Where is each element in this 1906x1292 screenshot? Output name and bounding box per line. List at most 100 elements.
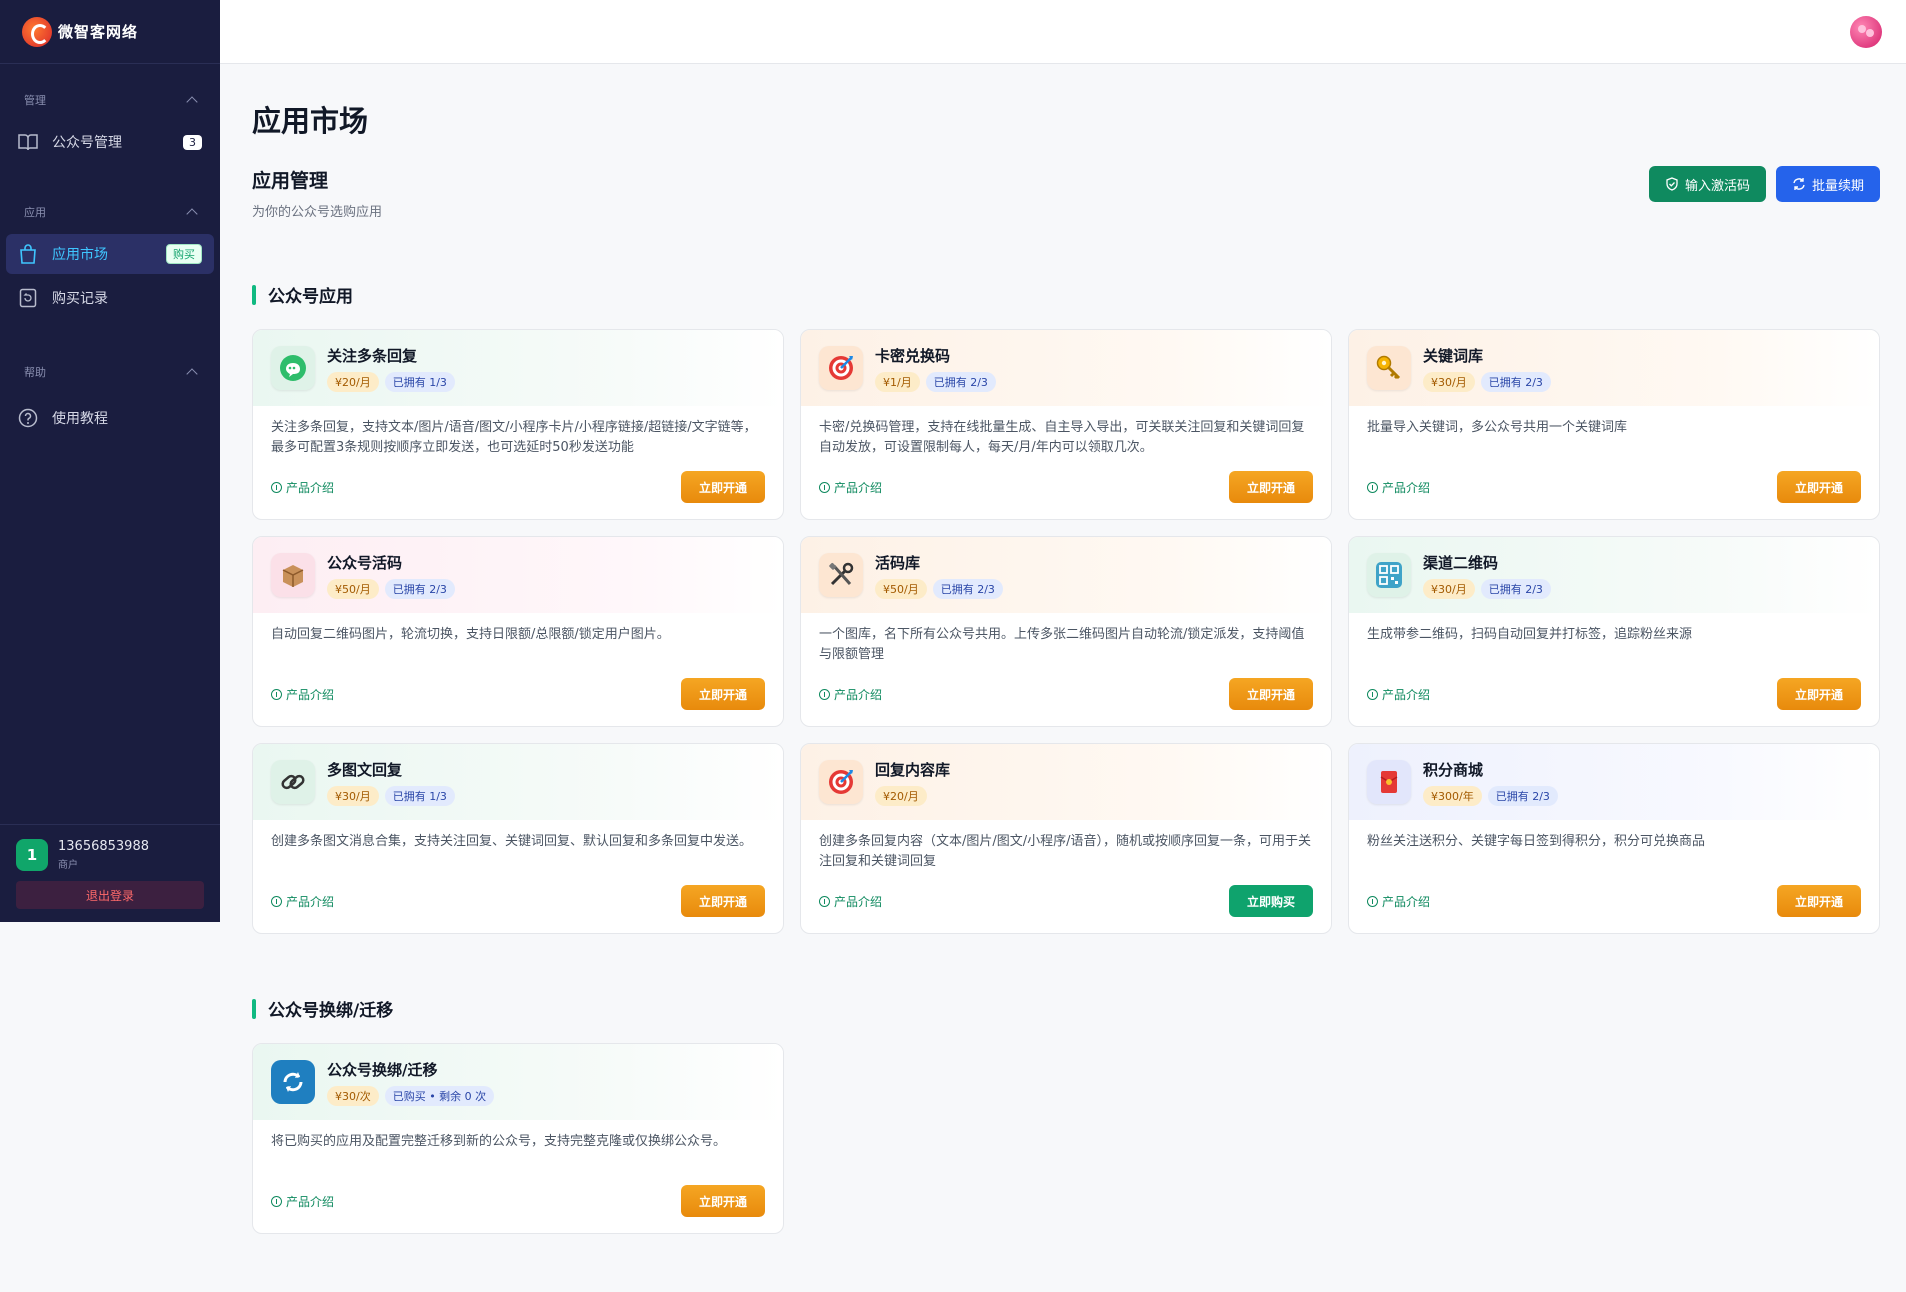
open-button[interactable]: 立即开通 (681, 678, 765, 710)
app-description: 粉丝关注送积分、关键字每日签到得积分，积分可兑换商品 (1367, 834, 1706, 849)
product-intro-link[interactable]: 产品介绍 (271, 686, 334, 703)
app-description: 批量导入关键词，多公众号共用一个关键词库 (1367, 420, 1628, 435)
open-button[interactable]: 立即开通 (1777, 471, 1861, 503)
avatar[interactable]: 1 (16, 839, 48, 871)
price-tag: ¥30/次 (327, 1085, 379, 1106)
refresh-icon (271, 1060, 315, 1104)
intro-label: 产品介绍 (286, 1194, 335, 1209)
user-phone: 13656853988 (58, 839, 149, 854)
target-icon (819, 760, 863, 804)
price-tag: ¥30/月 (1423, 578, 1475, 599)
intro-label: 产品介绍 (1382, 480, 1431, 495)
app-description: 卡密/兑换码管理，支持在线批量生成、自主导入导出，可关联关注回复和关键词回复自动… (819, 420, 1305, 455)
open-button[interactable]: 立即开通 (681, 885, 765, 917)
intro-label: 产品介绍 (834, 687, 883, 702)
app-description: 创建多条回复内容（文本/图片/图文/小程序/语音），随机或按顺序回复一条，可用于… (819, 834, 1312, 869)
product-intro-link[interactable]: 产品介绍 (819, 686, 882, 703)
open-button[interactable]: 立即购买 (1229, 885, 1313, 917)
sidebar-group-help[interactable]: 帮助 (0, 360, 220, 384)
open-button[interactable]: 立即开通 (1229, 471, 1313, 503)
section-heading: 应用管理 (252, 170, 329, 192)
help-icon (18, 408, 38, 428)
sidebar-item-label: 购买记录 (52, 291, 108, 307)
app-grid: 公众号换绑/迁移 ¥30/次 已购买 • 剩余 0 次 将已购买的应用及配置完整… (252, 1043, 1880, 1234)
product-intro-link[interactable]: 产品介绍 (819, 479, 882, 496)
activation-code-button[interactable]: 输入激活码 (1648, 166, 1766, 202)
sidebar-item-purchase-history[interactable]: 购买记录 (6, 278, 214, 318)
app-name: 活码库 (875, 553, 921, 572)
price-tag: ¥50/月 (875, 578, 927, 599)
intro-label: 产品介绍 (834, 894, 883, 909)
brand-logo[interactable]: 微智客网络 (0, 0, 220, 64)
owned-tag: 已拥有 1/3 (384, 371, 455, 392)
info-icon (271, 688, 282, 700)
logout-button[interactable]: 退出登录 (16, 881, 204, 909)
button-label: 输入激活码 (1684, 178, 1750, 194)
open-button[interactable]: 立即开通 (681, 1185, 765, 1217)
price-tag: ¥20/月 (875, 785, 927, 806)
logo-icon (22, 16, 52, 47)
app-card: 渠道二维码 ¥30/月 已拥有 2/3 生成带参二维码，扫码自动回复并打标签，追… (1348, 536, 1880, 727)
intro-label: 产品介绍 (286, 687, 335, 702)
product-intro-link[interactable]: 产品介绍 (271, 1193, 334, 1210)
shield-check-icon (1666, 177, 1678, 191)
app-name: 渠道二维码 (1423, 553, 1499, 572)
owned-tag: 已拥有 2/3 (384, 578, 455, 599)
info-icon (819, 481, 830, 493)
app-name: 回复内容库 (875, 760, 951, 779)
app-card: 关键词库 ¥30/月 已拥有 2/3 批量导入关键词，多公众号共用一个关键词库 … (1348, 329, 1880, 520)
info-icon (271, 895, 282, 907)
red-envelope-icon (1367, 760, 1411, 804)
sidebar-item-app-market[interactable]: 应用市场 购买 (6, 234, 214, 274)
info-icon (1367, 481, 1378, 493)
owned-tag: 已拥有 2/3 (932, 578, 1003, 599)
sidebar-group-label: 帮助 (24, 366, 46, 379)
history-icon (18, 288, 38, 308)
buy-badge: 购买 (166, 244, 202, 264)
price-tag: ¥30/月 (1423, 371, 1475, 392)
count-badge: 3 (183, 134, 202, 150)
user-avatar-icon[interactable] (1850, 16, 1882, 48)
product-intro-link[interactable]: 产品介绍 (1367, 479, 1430, 496)
price-tag: ¥50/月 (327, 578, 379, 599)
open-button[interactable]: 立即开通 (1229, 678, 1313, 710)
product-intro-link[interactable]: 产品介绍 (1367, 686, 1430, 703)
bag-icon (18, 244, 38, 264)
chevron-up-icon (186, 96, 198, 108)
info-icon (271, 481, 282, 493)
intro-label: 产品介绍 (1382, 687, 1431, 702)
topbar (220, 0, 1906, 64)
app-card: 活码库 ¥50/月 已拥有 2/3 一个图库，名下所有公众号共用。上传多张二维码… (800, 536, 1332, 727)
app-grid: 关注多条回复 ¥20/月 已拥有 1/3 关注多条回复，支持文本/图片/语音/图… (252, 329, 1880, 934)
app-description: 生成带参二维码，扫码自动回复并打标签，追踪粉丝来源 (1367, 627, 1693, 642)
open-button[interactable]: 立即开通 (681, 471, 765, 503)
sidebar-item-label: 公众号管理 (52, 135, 122, 151)
batch-renew-button[interactable]: 批量续期 (1775, 166, 1880, 202)
app-name: 关键词库 (1423, 346, 1484, 365)
info-icon (819, 688, 830, 700)
refresh-icon (1793, 178, 1805, 190)
product-intro-link[interactable]: 产品介绍 (271, 479, 334, 496)
product-intro-link[interactable]: 产品介绍 (271, 893, 334, 910)
product-intro-link[interactable]: 产品介绍 (1367, 893, 1430, 910)
book-icon (18, 132, 38, 152)
open-button[interactable]: 立即开通 (1777, 885, 1861, 917)
section-subtitle: 为你的公众号选购应用 (252, 205, 383, 220)
sidebar-group-label: 应用 (24, 206, 46, 219)
app-description: 一个图库，名下所有公众号共用。上传多张二维码图片自动轮流/锁定派发，支持阈值与限… (819, 627, 1305, 662)
sidebar: 微智客网络 管理 公众号管理 3 应用 应用市场 购买 购买记录 帮助 使用教程… (0, 0, 220, 922)
app-card: 卡密兑换码 ¥1/月 已拥有 2/3 卡密/兑换码管理，支持在线批量生成、自主导… (800, 329, 1332, 520)
product-intro-link[interactable]: 产品介绍 (819, 893, 882, 910)
sidebar-group-apps[interactable]: 应用 (0, 200, 220, 224)
sidebar-group-label: 管理 (24, 94, 46, 107)
app-card: 关注多条回复 ¥20/月 已拥有 1/3 关注多条回复，支持文本/图片/语音/图… (252, 329, 784, 520)
app-card: 多图文回复 ¥30/月 已拥有 1/3 创建多条图文消息合集，支持关注回复、关键… (252, 743, 784, 934)
price-tag: ¥300/年 (1423, 785, 1482, 806)
sidebar-item-tutorial[interactable]: 使用教程 (6, 398, 214, 438)
sidebar-item-account-manage[interactable]: 公众号管理 3 (6, 122, 214, 162)
open-button[interactable]: 立即开通 (1777, 678, 1861, 710)
sidebar-group-manage[interactable]: 管理 (0, 88, 220, 112)
section-title: 公众号应用 (252, 282, 1880, 307)
app-name: 卡密兑换码 (875, 346, 951, 365)
app-description: 关注多条回复，支持文本/图片/语音/图文/小程序卡片/小程序链接/超链接/文字链… (271, 420, 757, 455)
